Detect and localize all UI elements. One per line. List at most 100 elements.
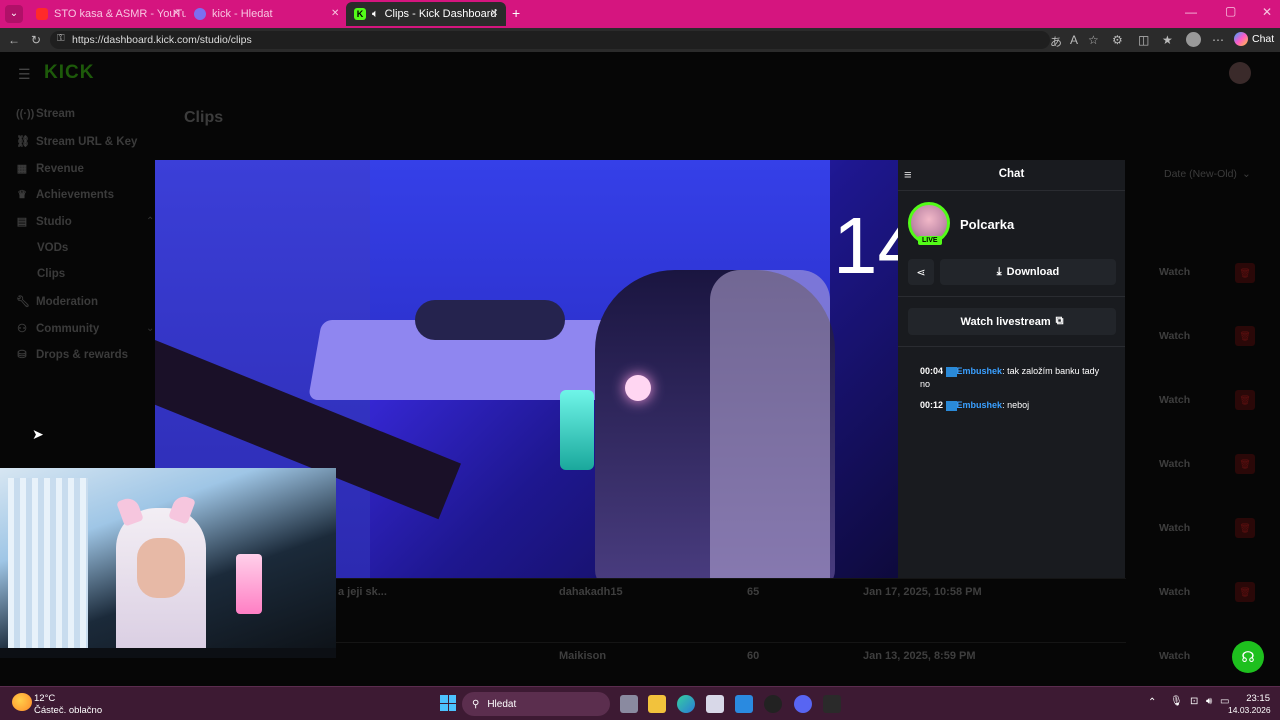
file-explorer-icon[interactable]: [648, 695, 666, 713]
close-tab-icon[interactable]: ✕: [331, 8, 339, 19]
message-username[interactable]: Embushek: [957, 400, 1003, 410]
extensions-icon[interactable]: ⚙: [1112, 33, 1123, 47]
sidebar-item-label: VODs: [37, 242, 69, 254]
watch-link[interactable]: Watch: [1159, 522, 1190, 534]
weather-temp[interactable]: 12°C: [34, 693, 55, 704]
delete-trash-icon[interactable]: 🗑︎: [1235, 582, 1255, 602]
clip-views: 60: [747, 650, 760, 662]
clock-date[interactable]: 14.03.2026: [1228, 705, 1271, 715]
watch-livestream-label: Watch livestream: [960, 315, 1051, 328]
delete-trash-icon[interactable]: 🗑︎: [1235, 326, 1255, 346]
read-aloud-icon[interactable]: A: [1070, 33, 1078, 47]
microphone-icon[interactable]: 🎙︎: [1170, 696, 1183, 707]
message-username[interactable]: Embushek: [957, 366, 1003, 376]
url-input[interactable]: ⚿ https://dashboard.kick.com/studio/clip…: [50, 31, 1050, 49]
sidebar-item-moderation[interactable]: 🔧︎ Moderation: [16, 295, 98, 309]
speaker-icon[interactable]: 🔈︎: [372, 8, 379, 21]
sidebar-item-clips[interactable]: Clips: [37, 268, 65, 280]
start-windows-icon[interactable]: [440, 695, 456, 711]
tab-clips-kick-dashboard[interactable]: K 🔈︎ Clips - Kick Dashboard: [346, 2, 506, 26]
tab-youtube[interactable]: STO kasa & ASMR - YouTube: [28, 2, 186, 26]
obs-icon[interactable]: [764, 695, 782, 713]
watch-link[interactable]: Watch: [1159, 458, 1190, 470]
back-icon[interactable]: ←: [8, 33, 20, 47]
watch-link[interactable]: Watch: [1159, 266, 1190, 278]
sidebar-item-label: Achievements: [36, 188, 114, 201]
clip-creator[interactable]: dahakadh15: [559, 586, 623, 598]
network-icon[interactable]: ⊡: [1190, 696, 1198, 707]
user-avatar[interactable]: [1229, 62, 1251, 84]
tab-actions-chevron-icon[interactable]: ⌄: [5, 5, 23, 23]
close-window-icon[interactable]: ✕: [1262, 5, 1272, 19]
tab-label: Clips - Kick Dashboard: [384, 8, 497, 20]
divider: [898, 296, 1125, 297]
download-button[interactable]: ⤓ Download: [940, 259, 1116, 285]
favorite-star-icon[interactable]: ☆: [1088, 33, 1099, 47]
mail-icon[interactable]: [735, 695, 753, 713]
task-view-icon[interactable]: [620, 695, 638, 713]
watch-link[interactable]: Watch: [1159, 330, 1190, 342]
channel-name[interactable]: Polcarka: [960, 217, 1014, 232]
sort-dropdown[interactable]: Date (New-Old) ⌄: [1164, 168, 1251, 180]
sidebar-item-stream[interactable]: ((·)) Stream: [16, 108, 75, 120]
kick-logo[interactable]: KICK: [44, 62, 94, 84]
app-icon[interactable]: [823, 695, 841, 713]
discord-icon[interactable]: [794, 695, 812, 713]
new-tab-icon[interactable]: +: [512, 5, 520, 21]
sleeping-person: [415, 300, 565, 340]
divider: [898, 190, 1125, 191]
close-tab-icon[interactable]: ✕: [490, 8, 498, 19]
mouse-cursor-icon: ➤: [32, 426, 44, 442]
sidebar-item-studio[interactable]: ▤ Studio: [16, 215, 72, 229]
row-divider: [336, 642, 1126, 643]
favorites-icon[interactable]: ★: [1162, 33, 1173, 47]
more-menu-icon[interactable]: ⋯: [1212, 33, 1224, 47]
watch-link[interactable]: Watch: [1159, 394, 1190, 406]
chevron-down-icon[interactable]: ⌄: [146, 323, 154, 334]
watch-link[interactable]: Watch: [1159, 586, 1190, 598]
clip-date: Jan 17, 2025, 10:58 PM: [863, 586, 982, 598]
delete-trash-icon[interactable]: 🗑︎: [1235, 454, 1255, 474]
store-icon[interactable]: [706, 695, 724, 713]
reload-icon[interactable]: ↻: [31, 33, 41, 47]
kick-dashboard-page: ☰ KICK ((·)) Stream ⛓ Stream URL & Key ▦ Re…: [0, 52, 1280, 686]
headphone-light: [625, 375, 651, 401]
split-screen-icon[interactable]: ◫: [1138, 33, 1149, 47]
delete-trash-icon[interactable]: 🗑︎: [1235, 263, 1255, 283]
clip-views: 65: [747, 586, 760, 598]
sidebar-item-vods[interactable]: VODs: [37, 242, 68, 254]
watch-link[interactable]: Watch: [1159, 650, 1190, 662]
chevron-up-icon[interactable]: ⌃: [146, 216, 154, 227]
sidebar-item-revenue[interactable]: ▦ Revenue: [16, 162, 84, 176]
hamburger-menu-icon[interactable]: ☰: [18, 66, 31, 83]
sidebar-item-drops-rewards[interactable]: ⛁ Drops & rewards: [16, 348, 128, 362]
volume-icon[interactable]: 🔊︎: [1206, 696, 1212, 707]
minimize-icon[interactable]: —: [1185, 5, 1197, 19]
weather-icon[interactable]: [12, 693, 32, 711]
copilot-chat-button[interactable]: Chat: [1234, 32, 1274, 46]
delete-trash-icon[interactable]: 🗑︎: [1235, 518, 1255, 538]
watch-livestream-button[interactable]: Watch livestream ⧉: [908, 308, 1116, 335]
webcam-overlay: [0, 468, 336, 658]
sidebar-item-label: Studio: [36, 215, 72, 228]
close-tab-icon[interactable]: ✕: [172, 8, 180, 19]
clock-time[interactable]: 23:15: [1238, 693, 1270, 704]
streamer-face: [137, 538, 185, 598]
edge-browser-icon[interactable]: [677, 695, 695, 713]
sidebar-item-community[interactable]: ⚇ Community: [16, 322, 99, 336]
weather-description[interactable]: Částeč. oblačno: [34, 705, 102, 716]
clip-creator[interactable]: Maikison: [559, 650, 606, 662]
sidebar-item-achievements[interactable]: ♛ Achievements: [16, 188, 114, 202]
delete-trash-icon[interactable]: 🗑︎: [1235, 390, 1255, 410]
show-hidden-icons-chevron-icon[interactable]: ⌃: [1148, 697, 1156, 708]
sidebar-item-stream-url-key[interactable]: ⛓ Stream URL & Key: [16, 135, 137, 149]
maximize-icon[interactable]: ▢: [1225, 4, 1236, 18]
profile-avatar[interactable]: [1186, 32, 1201, 47]
translate-icon[interactable]: あ: [1050, 33, 1062, 50]
tab-kick-search[interactable]: kick - Hledat: [186, 2, 344, 26]
drops-icon: ⛁: [17, 349, 27, 361]
support-chat-button[interactable]: ☊: [1232, 641, 1264, 673]
site-info-icon[interactable]: ⚿: [57, 33, 65, 44]
taskbar-search-input[interactable]: ⚲ Hledat: [462, 692, 610, 716]
share-button[interactable]: ⋖: [908, 259, 934, 285]
